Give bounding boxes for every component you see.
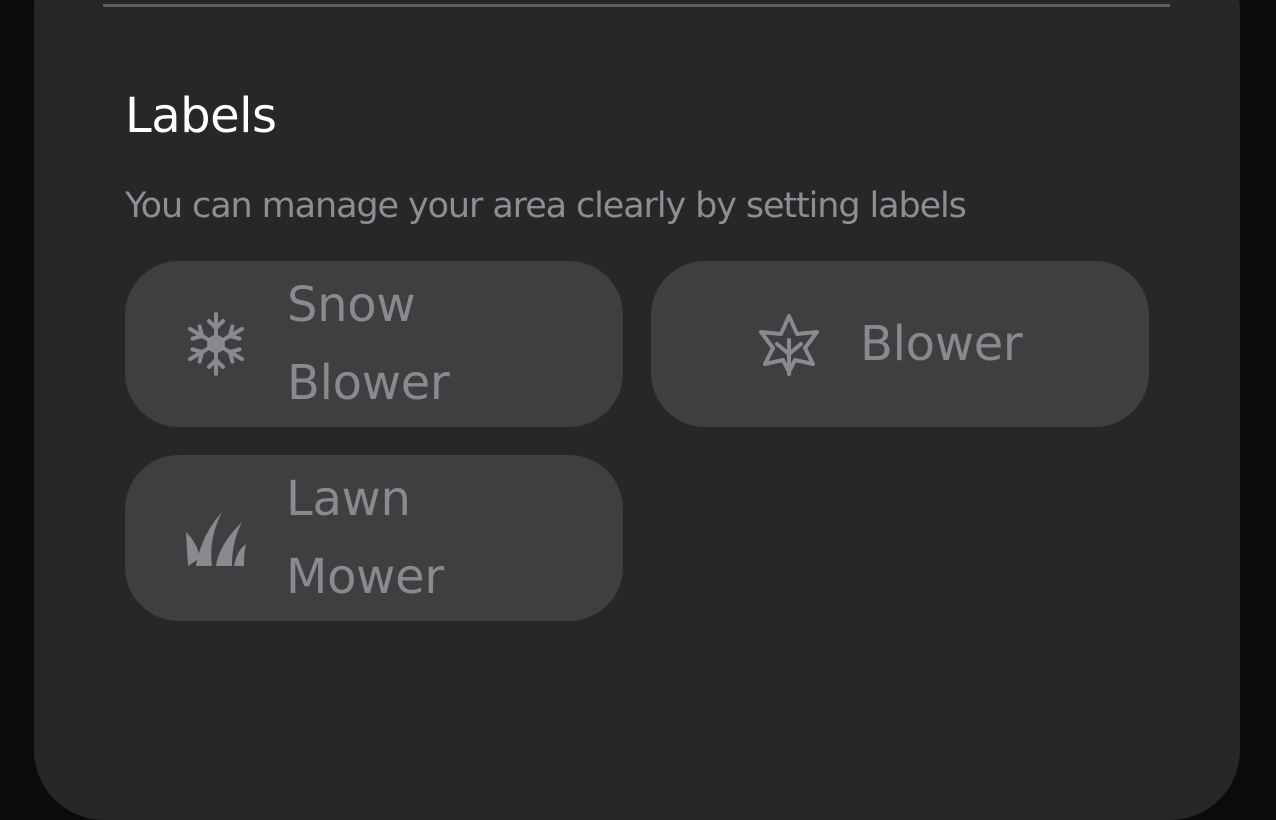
- label-chip-text-line1: Lawn: [286, 471, 411, 527]
- section-description: You can manage your area clearly by sett…: [125, 186, 967, 226]
- label-chip-blower[interactable]: Blower: [651, 261, 1149, 427]
- label-chip-snow-blower[interactable]: Snow Blower: [125, 261, 623, 427]
- label-chip-lawn-mower[interactable]: Lawn Mower: [125, 455, 623, 621]
- label-chip-text-line2: Blower: [287, 355, 450, 411]
- section-title: Labels: [125, 88, 277, 144]
- label-chip-text: Blower: [860, 316, 1023, 372]
- snowflake-icon: [182, 310, 250, 378]
- leaf-icon: [755, 310, 823, 378]
- label-chip-text-line1: Snow: [287, 277, 416, 333]
- grass-icon: [182, 504, 250, 572]
- label-chip-text-line2: Mower: [286, 549, 444, 605]
- divider: [103, 4, 1170, 7]
